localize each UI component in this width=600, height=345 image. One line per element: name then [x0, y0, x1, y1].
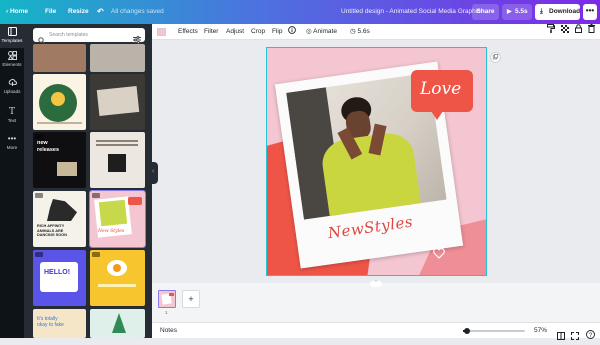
file-menu[interactable]: File	[45, 0, 56, 24]
adjust-button[interactable]: Adjust	[226, 24, 244, 40]
zoom-level[interactable]: 57%	[534, 323, 547, 339]
thumbnail-text: HELLO!	[44, 269, 71, 276]
template-thumbnail[interactable]	[33, 44, 86, 72]
design-canvas[interactable]: NewStyles Love	[266, 47, 487, 276]
top-bar: ‹ Home File Resize ↶ All changes saved U…	[0, 0, 600, 24]
notes-button[interactable]: Notes	[160, 323, 177, 339]
thumbnail-text: new releases	[37, 140, 60, 153]
effects-button[interactable]: Effects	[178, 24, 198, 40]
paint-roller-icon[interactable]	[547, 24, 555, 40]
page-strip: ˆ 1 +	[152, 281, 600, 322]
color-swatch[interactable]	[157, 28, 166, 36]
uploads-icon	[0, 78, 24, 89]
elements-icon	[0, 51, 24, 62]
template-thumbnail[interactable]	[90, 309, 145, 338]
share-button[interactable]: Share	[472, 4, 499, 20]
lock-icon[interactable]	[575, 24, 582, 40]
template-thumbnail[interactable]: new releases	[33, 132, 86, 188]
bottom-bar: Notes 57% ?	[152, 322, 600, 340]
animate-button[interactable]: ◎ Animate	[306, 24, 337, 40]
rail-item-elements[interactable]: Elements	[0, 48, 24, 72]
more-options-button[interactable]: •••	[583, 4, 597, 20]
resize-button[interactable]: Resize	[68, 0, 89, 24]
zoom-slider-handle[interactable]	[464, 328, 470, 334]
rail-item-templates[interactable]: Templates	[0, 24, 24, 48]
more-icon: •••	[7, 134, 17, 143]
show-pages-handle[interactable]: ˆ	[370, 281, 382, 287]
love-speech-bubble: Love	[411, 70, 473, 120]
download-button[interactable]: ⤓ Download	[535, 4, 580, 20]
flip-button[interactable]: Flip	[272, 24, 282, 40]
animate-icon: ◎	[306, 28, 312, 35]
rail-item-text[interactable]: T Text	[0, 104, 24, 128]
template-thumbnail[interactable]	[33, 74, 86, 130]
fullscreen-icon[interactable]	[571, 327, 579, 345]
duration-button[interactable]: ◷ 5.6s	[350, 24, 370, 40]
zoom-slider[interactable]	[463, 328, 525, 334]
info-icon[interactable]	[288, 24, 296, 40]
plus-icon: +	[188, 294, 194, 304]
save-status: All changes saved	[111, 8, 164, 15]
template-thumbnail[interactable]	[90, 74, 145, 130]
rail-item-more[interactable]: ••• More	[0, 131, 24, 155]
caption-text: NewStyles	[326, 212, 415, 243]
download-icon: ⤓	[540, 8, 543, 15]
play-button[interactable]: ▶ 5.5s	[502, 4, 532, 20]
delete-icon[interactable]	[588, 24, 595, 40]
undo-icon[interactable]: ↶	[97, 0, 104, 24]
heart-icon	[433, 246, 445, 264]
home-button[interactable]: ‹ Home	[6, 0, 28, 24]
document-title[interactable]: Untitled design - Animated Social Media …	[341, 0, 480, 24]
rail-item-uploads[interactable]: Uploads	[0, 75, 24, 99]
thumbnail-text: New Styles	[98, 229, 125, 234]
editor-toolbar: Effects Filter Adjust Crop Flip ◎ Animat…	[152, 24, 600, 40]
thumbnail-text: RICH AFFINITY ANIMALS ARE DANCING SOON	[37, 224, 67, 238]
template-thumbnail-selected[interactable]: New Styles	[89, 190, 146, 248]
add-page-button[interactable]: +	[182, 290, 200, 308]
template-thumbnail[interactable]	[90, 132, 145, 188]
chevron-up-icon: ˆ	[375, 281, 377, 287]
thumbnail-text: It's totally okay to fake	[37, 316, 64, 328]
help-icon[interactable]: ?	[586, 326, 595, 344]
text-icon: T	[8, 107, 15, 117]
grid-view-icon[interactable]	[557, 327, 565, 345]
page-thumbnail[interactable]	[158, 290, 176, 308]
play-icon: ▶	[507, 9, 512, 15]
template-thumbnail[interactable]: It's totally okay to fake	[33, 309, 86, 338]
clock-icon: ◷	[350, 28, 356, 35]
transparency-icon[interactable]	[561, 24, 569, 40]
search-templates-input[interactable]: Search templates	[33, 28, 145, 44]
template-thumbnail[interactable]: HELLO!	[33, 250, 86, 306]
crop-button[interactable]: Crop	[251, 24, 265, 40]
template-thumbnail[interactable]: RICH AFFINITY ANIMALS ARE DANCING SOON	[33, 191, 86, 247]
templates-icon	[0, 27, 24, 38]
side-rail: Templates Elements Uploads T Text ••• Mo…	[0, 24, 24, 338]
template-thumbnail[interactable]	[90, 250, 145, 306]
bubble-text: Love	[420, 79, 462, 99]
collapse-panel-handle[interactable]: ‹	[152, 162, 158, 184]
duplicate-page-icon[interactable]	[490, 50, 501, 68]
filter-button[interactable]: Filter	[204, 24, 218, 40]
chevron-left-icon: ‹	[152, 168, 155, 175]
page-number: 1	[165, 310, 168, 315]
template-thumbnail[interactable]	[90, 44, 145, 72]
